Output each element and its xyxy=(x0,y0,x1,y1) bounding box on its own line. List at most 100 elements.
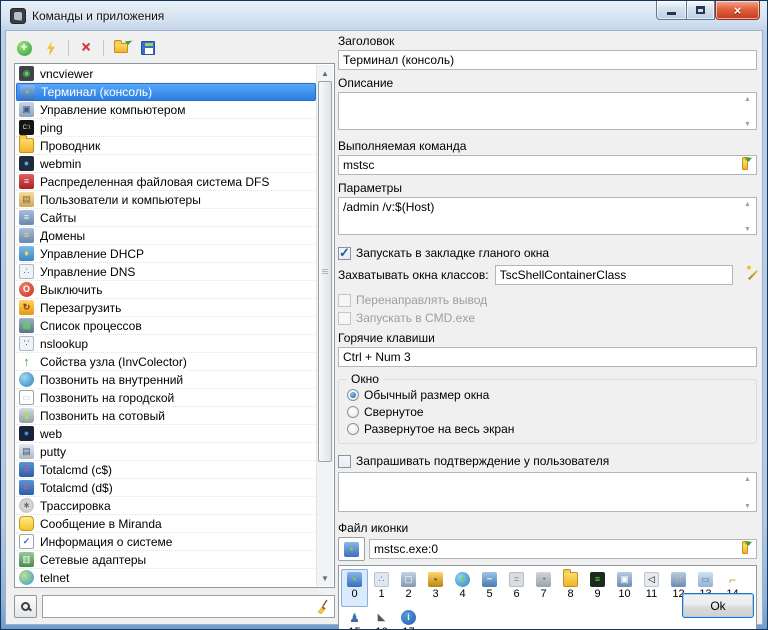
search-button[interactable] xyxy=(14,595,37,618)
icon-grid-cell[interactable]: i17 xyxy=(395,607,422,630)
list-item[interactable]: ≡Распределенная файловая система DFS xyxy=(16,173,316,191)
list-item[interactable]: telnet xyxy=(16,569,316,586)
icon-grid-cell[interactable]: ∴1 xyxy=(368,569,395,607)
list-item[interactable]: ≡Totalcmd (d$) xyxy=(16,479,316,497)
window-title: Команды и приложения xyxy=(32,9,164,23)
list-item[interactable]: ▤putty xyxy=(16,443,316,461)
list-item[interactable]: ▣Управление компьютером xyxy=(16,101,316,119)
list-item[interactable]: Позвонить на внутренний xyxy=(16,371,316,389)
list-item[interactable]: ∴Управление DNS xyxy=(16,263,316,281)
textarea-scroll-arrows[interactable]: ▲▼ xyxy=(742,201,753,233)
window-mode-radio[interactable]: Свернутое xyxy=(347,403,748,420)
list-item[interactable]: Сообщение в Miranda xyxy=(16,515,316,533)
list-item[interactable]: ∵nslookup xyxy=(16,335,316,353)
icon-grid-cell[interactable]: ●3 xyxy=(422,569,449,607)
icon-grid-cell[interactable]: =6 xyxy=(503,569,530,607)
icon-grid-cell[interactable]: ●0 xyxy=(341,569,368,607)
icon-grid-cell[interactable]: ▢2 xyxy=(395,569,422,607)
radio-dot xyxy=(347,389,359,401)
redirect-output-checkbox[interactable]: Перенаправлять вывод xyxy=(338,293,757,307)
run-in-tab-checkbox[interactable]: Запускать в закладке гланого окна xyxy=(338,246,757,260)
list-item[interactable]: ▭Позвонить на городской xyxy=(16,389,316,407)
list-item[interactable]: Проводник xyxy=(16,137,316,155)
description-input[interactable] xyxy=(338,92,757,130)
run-in-cmd-checkbox[interactable]: Запускать в CMD.exe xyxy=(338,311,757,325)
titlebar[interactable]: Команды и приложения xyxy=(1,1,767,30)
confirm-text-input[interactable] xyxy=(338,472,757,512)
radio-dot xyxy=(347,406,359,418)
list-item-label: Позвонить на городской xyxy=(40,391,174,405)
mail-slot-icon: ▭ xyxy=(698,572,713,587)
computer-management-icon: ▣ xyxy=(19,102,34,117)
params-input[interactable]: /admin /v:$(Host) xyxy=(338,197,757,235)
list-item[interactable]: ◉vncviewer xyxy=(16,65,316,83)
icon-index-label: 7 xyxy=(540,589,546,600)
pick-window-class-button[interactable] xyxy=(739,267,757,283)
list-item[interactable]: ●Терминал (консоль) xyxy=(16,83,316,101)
search-input[interactable] xyxy=(46,598,315,616)
list-item[interactable]: ↑Сойства узла (InvColector) xyxy=(16,353,316,371)
window-mode-radio[interactable]: Развернутое на весь экран xyxy=(347,420,748,437)
list-item[interactable]: C:\ping xyxy=(16,119,316,137)
list-item[interactable]: ≡Сайты xyxy=(16,209,316,227)
add-run-command-button[interactable] xyxy=(41,38,61,58)
list-item-label: Информация о системе xyxy=(40,535,172,549)
icon-grid-cell[interactable]: ◣16 xyxy=(368,607,395,630)
broom-icon[interactable] xyxy=(315,599,331,615)
list-item[interactable]: ✓Информация о системе xyxy=(16,533,316,551)
scrollbar-thumb[interactable] xyxy=(318,81,332,462)
list-item[interactable]: ▥Сетевые адаптеры xyxy=(16,551,316,569)
minimize-button[interactable] xyxy=(656,1,686,20)
serial-cable-icon: = xyxy=(509,572,524,587)
ok-button[interactable]: Ok xyxy=(682,593,754,618)
icon-grid-cell[interactable]: 8 xyxy=(557,569,584,607)
icon-grid-cell[interactable]: ~5 xyxy=(476,569,503,607)
icon-grid-cell[interactable]: ◁11 xyxy=(638,569,665,607)
list-item[interactable]: ≡Totalcmd (c$) xyxy=(16,461,316,479)
icon-grid-cell[interactable]: ♟15 xyxy=(341,607,368,630)
list-item-label: telnet xyxy=(40,571,69,585)
list-item[interactable]: ●webmin xyxy=(16,155,316,173)
textarea-scroll-arrows[interactable]: ▲▼ xyxy=(742,96,753,128)
browse-command-button[interactable] xyxy=(736,157,754,173)
list-item[interactable]: ↻Перезагрузить xyxy=(16,299,316,317)
delete-command-button[interactable]: × xyxy=(76,38,96,58)
list-item[interactable]: ∗Трассировка xyxy=(16,497,316,515)
confirm-checkbox[interactable]: Запрашивать подтверждение у пользователя xyxy=(338,454,757,468)
icon-grid-cell[interactable]: +4 xyxy=(449,569,476,607)
icon-grid-cell[interactable]: ≡9 xyxy=(584,569,611,607)
list-item[interactable]: OВыключить xyxy=(16,281,316,299)
toolbar-separator xyxy=(68,40,69,56)
list-item-label: Управление DHCP xyxy=(40,247,144,261)
import-button[interactable] xyxy=(111,38,131,58)
icon-index-label: 11 xyxy=(646,589,657,600)
capture-class-input[interactable] xyxy=(495,265,733,285)
close-button[interactable]: × xyxy=(715,1,760,20)
list-item[interactable]: ▤Пользователи и компьютеры xyxy=(16,191,316,209)
command-label: Выполняемая команда xyxy=(338,139,757,153)
scrollbar-track[interactable] xyxy=(317,81,333,570)
title-input[interactable] xyxy=(338,50,757,70)
browse-icon-file-button[interactable] xyxy=(736,541,754,557)
icon-grid-cell[interactable]: ▣10 xyxy=(611,569,638,607)
icon-grid-cell[interactable]: ◔7 xyxy=(530,569,557,607)
save-button[interactable] xyxy=(138,38,158,58)
list-item[interactable]: ▦Список процессов xyxy=(16,317,316,335)
scrollbar-up-button[interactable]: ▲ xyxy=(317,65,333,81)
icon-file-input[interactable] xyxy=(369,539,757,559)
textarea-scroll-arrows[interactable]: ▲▼ xyxy=(742,476,753,510)
command-input[interactable] xyxy=(338,155,757,175)
folder-icon xyxy=(563,572,578,587)
add-command-button[interactable]: + xyxy=(14,38,34,58)
list-item[interactable]: ●web xyxy=(16,425,316,443)
selected-icon-button[interactable]: ● xyxy=(338,537,365,561)
list-item[interactable]: ♦Управление DHCP xyxy=(16,245,316,263)
lock-icon: ● xyxy=(428,572,443,587)
scrollbar-down-button[interactable]: ▼ xyxy=(317,570,333,586)
list-item-label: nslookup xyxy=(40,337,88,351)
window-mode-radio[interactable]: Обычный размер окна xyxy=(347,386,748,403)
list-item[interactable]: ▮Позвонить на сотовый xyxy=(16,407,316,425)
maximize-button[interactable] xyxy=(686,1,715,20)
list-item[interactable]: ≡Домены xyxy=(16,227,316,245)
hotkeys-input[interactable] xyxy=(338,347,757,367)
